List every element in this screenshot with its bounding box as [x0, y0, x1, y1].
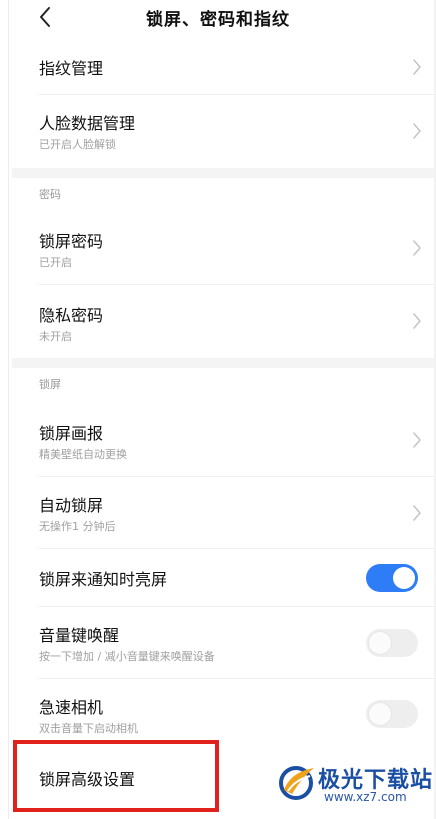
lock-screen-password-status: 已开启	[39, 256, 72, 269]
quick-camera-label: 急速相机	[39, 698, 104, 717]
left-edge-line	[8, 0, 9, 819]
lock-screen-password-item[interactable]: 锁屏密码 已开启	[12, 212, 434, 284]
top-bar: 锁屏、密码和指纹	[0, 0, 436, 34]
quick-camera-toggle[interactable]	[366, 700, 418, 728]
chevron-right-icon	[413, 313, 421, 329]
privacy-password-status: 未开启	[39, 330, 72, 343]
quick-camera-item: 急速相机 双击音量下启动相机	[12, 680, 434, 748]
volume-key-wake-label: 音量键唤醒	[39, 626, 120, 645]
auto-lock-label: 自动锁屏	[39, 496, 104, 515]
privacy-password-label: 隐私密码	[39, 306, 104, 325]
face-data-management-label: 人脸数据管理	[39, 114, 136, 133]
divider	[39, 94, 434, 95]
watermark-url: www.xz7.com	[324, 790, 407, 804]
lock-screen-password-label: 锁屏密码	[39, 232, 104, 251]
divider	[39, 476, 434, 477]
watermark: 极光下载站 www.xz7.com	[274, 757, 434, 813]
divider	[39, 548, 434, 549]
face-data-management-item[interactable]: 人脸数据管理 已开启人脸解锁	[12, 96, 434, 166]
auto-lock-item[interactable]: 自动锁屏 无操作1 分钟后	[12, 478, 434, 548]
face-data-management-status: 已开启人脸解锁	[39, 138, 116, 151]
section-header-lock-screen: 锁屏	[39, 378, 61, 391]
toggle-knob	[369, 703, 391, 725]
toggle-knob	[393, 567, 415, 589]
settings-page: 锁屏、密码和指纹 指纹管理 人脸数据管理 已开启人脸解锁 密码 锁屏密码 已开启…	[0, 0, 436, 819]
chevron-right-icon	[413, 240, 421, 256]
auto-lock-value: 无操作1 分钟后	[39, 520, 116, 533]
volume-key-wake-toggle[interactable]	[366, 629, 418, 657]
lock-screen-wallpaper-label: 锁屏画报	[39, 424, 104, 443]
chevron-right-icon	[413, 505, 421, 521]
wake-on-notification-toggle[interactable]	[366, 564, 418, 592]
lock-screen-advanced-settings-label: 锁屏高级设置	[39, 770, 136, 789]
fingerprint-management-item[interactable]: 指纹管理	[12, 40, 434, 94]
wake-on-notification-item: 锁屏来通知时亮屏	[12, 550, 434, 606]
fingerprint-management-label: 指纹管理	[39, 59, 104, 78]
section-gap	[12, 168, 434, 178]
privacy-password-item[interactable]: 隐私密码 未开启	[12, 286, 434, 356]
page-title: 锁屏、密码和指纹	[146, 10, 290, 30]
toggle-knob	[369, 632, 391, 654]
section-header-password: 密码	[39, 188, 61, 201]
chevron-right-icon	[413, 59, 421, 75]
divider	[39, 606, 434, 607]
wake-on-notification-label: 锁屏来通知时亮屏	[39, 570, 168, 589]
section-gap	[12, 358, 434, 368]
chevron-right-icon	[413, 123, 421, 139]
divider	[39, 678, 434, 679]
lock-screen-wallpaper-item[interactable]: 锁屏画报 精美壁纸自动更换	[12, 404, 434, 476]
volume-key-wake-item: 音量键唤醒 按一下增加 / 减小音量键来唤醒设备	[12, 608, 434, 678]
aurora-logo-icon	[279, 766, 314, 800]
volume-key-wake-desc: 按一下增加 / 减小音量键来唤醒设备	[39, 650, 215, 663]
chevron-right-icon	[413, 432, 421, 448]
quick-camera-desc: 双击音量下启动相机	[39, 722, 138, 735]
divider	[39, 284, 434, 285]
lock-screen-wallpaper-desc: 精美壁纸自动更换	[39, 448, 127, 461]
